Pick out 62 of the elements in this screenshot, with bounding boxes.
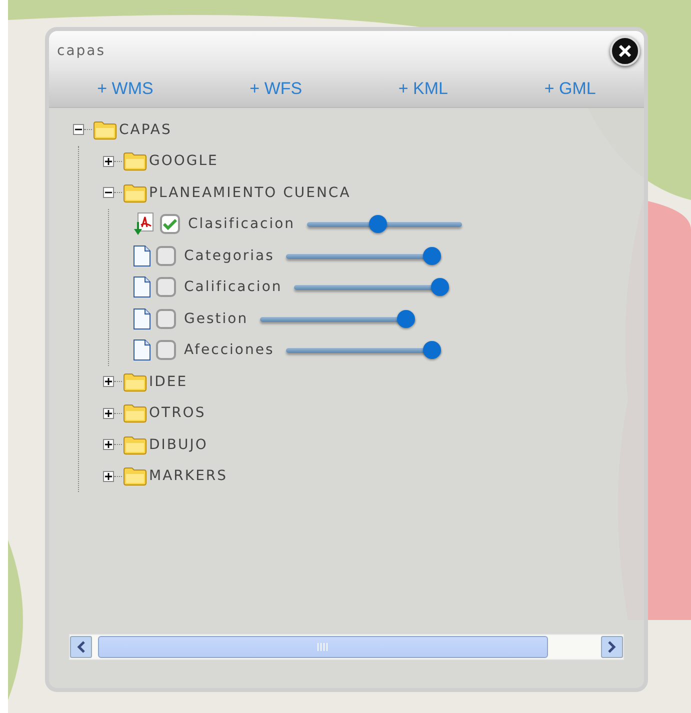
folder-label[interactable]: CAPAS [119,122,172,138]
layer-checkbox[interactable] [156,246,176,266]
panel-title: capas [57,43,106,59]
slider-thumb[interactable] [423,341,442,360]
folder-label[interactable]: DIBUJO [149,436,208,453]
folder-icon [123,403,147,424]
opacity-slider[interactable] [286,246,442,265]
slider-thumb[interactable] [368,215,387,234]
layer-checkbox[interactable] [156,308,176,329]
folder-label[interactable]: OTROS [149,405,206,422]
expand-toggle[interactable] [103,470,114,482]
expand-toggle[interactable] [103,439,114,450]
slider-thumb[interactable] [423,246,442,265]
document-icon [133,276,151,298]
expand-toggle[interactable] [103,408,114,419]
layer-label: Clasificacion [188,216,296,232]
chevron-left-icon [77,641,85,653]
scroll-left-button[interactable] [70,636,92,658]
layer-checkbox[interactable] [160,214,180,234]
plus-icon [105,158,112,165]
layer-label: Afecciones [184,342,274,358]
folder-label[interactable]: IDEE [149,374,188,390]
folder-icon [93,120,117,140]
folder-icon [123,434,147,455]
slider-thumb[interactable] [431,278,450,296]
folder-label[interactable]: PLANEAMIENTO CUENCA [149,184,351,201]
chevron-right-icon [608,641,616,653]
document-icon [133,308,151,330]
folder-icon [123,182,147,203]
close-icon [618,44,632,58]
folder-icon [123,372,147,392]
horizontal-scrollbar[interactable] [69,634,624,660]
folder-label[interactable]: MARKERS [149,468,228,484]
scrollbar-thumb[interactable] [98,636,548,658]
folder-icon [123,466,147,486]
folder-icon [123,151,147,172]
expand-toggle[interactable] [103,376,114,388]
plus-icon [105,378,112,386]
opacity-slider[interactable] [260,310,416,328]
document-icon [133,244,151,267]
layer-checkbox[interactable] [156,340,176,360]
expand-toggle[interactable] [103,156,114,167]
layer-label: Calificacion [184,279,282,296]
layer-label: Gestion [184,310,248,327]
collapse-toggle[interactable] [73,124,84,136]
opacity-slider[interactable] [294,278,450,296]
grip-icon [317,643,329,651]
plus-icon [105,410,112,417]
folder-label[interactable]: GOOGLE [149,153,218,170]
plus-icon [105,472,112,480]
pdf-download-icon [133,212,155,236]
document-icon [133,339,151,362]
checkmark-icon [163,218,177,230]
scroll-right-button[interactable] [601,636,623,658]
slider-thumb[interactable] [397,310,416,328]
opacity-slider[interactable] [286,341,442,360]
plus-icon [105,441,112,448]
opacity-slider[interactable] [307,215,462,234]
layer-checkbox[interactable] [156,277,176,298]
close-button[interactable] [610,36,640,66]
collapse-toggle[interactable] [103,187,114,198]
layer-label: Categorias [184,248,274,264]
